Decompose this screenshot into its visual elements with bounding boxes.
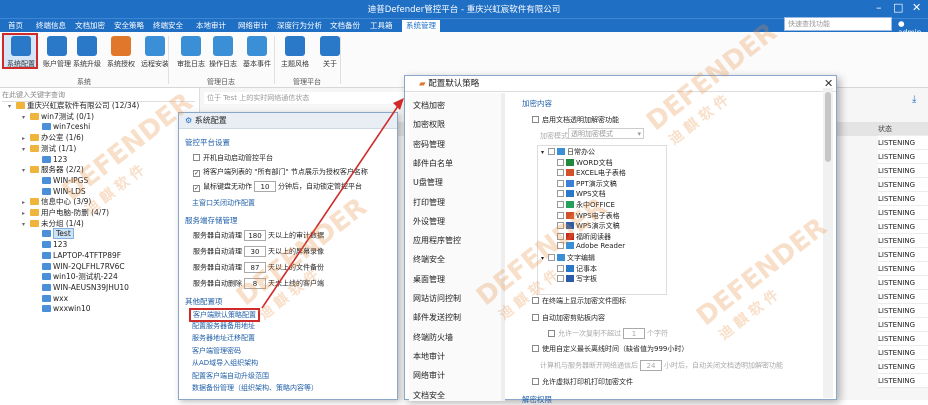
- checkbox[interactable]: [532, 297, 539, 304]
- policy-option[interactable]: 计算机与服务器断开网络通信后 24 小时后，自动关闭文档透明加解密功能: [540, 360, 783, 371]
- policy-section-title: 加密内容: [522, 99, 552, 108]
- option-suffix: 个字符: [647, 329, 668, 338]
- policy-option[interactable]: 自动加密剪贴板内容: [532, 313, 605, 323]
- file-type-node[interactable]: WPS电子表格: [557, 211, 620, 221]
- file-type-label: 记事本: [576, 264, 597, 273]
- file-type-icon: [566, 190, 574, 198]
- file-type-node[interactable]: 记事本: [557, 264, 597, 274]
- file-type-icon: [566, 222, 574, 230]
- option-label: 计算机与服务器断开网络通信后: [540, 361, 638, 370]
- encryption-mode-select[interactable]: 透明加密模式 ▾: [568, 128, 644, 139]
- checkbox[interactable]: [548, 329, 555, 337]
- file-type-node[interactable]: 写字板: [557, 274, 597, 284]
- file-type-label: 永中OFFICE: [576, 201, 615, 209]
- file-type-label: PPT演示文稿: [576, 179, 617, 188]
- checkbox[interactable]: [557, 201, 564, 208]
- checkbox[interactable]: [557, 211, 564, 219]
- checkbox[interactable]: [557, 179, 564, 187]
- checkbox[interactable]: [548, 254, 555, 261]
- checkbox[interactable]: [557, 242, 564, 250]
- option-label: 使用自定义最长离线时间（缺省值为999小时）: [542, 345, 689, 353]
- file-type-icon: [566, 179, 574, 187]
- file-type-icon: [566, 211, 574, 219]
- enable-encryption-checkbox[interactable]: 启用文档透明加解密功能: [532, 115, 619, 125]
- file-type-node[interactable]: Adobe Reader: [557, 242, 625, 250]
- folder-icon: [557, 254, 565, 261]
- checkbox[interactable]: [532, 314, 539, 321]
- checkbox[interactable]: [557, 158, 564, 166]
- option-value-input[interactable]: 24: [640, 360, 662, 371]
- annotation-arrow: [261, 98, 404, 309]
- policy-option[interactable]: 允许虚拟打印机打印加密文件: [532, 377, 633, 387]
- option-label: 自动加密剪贴板内容: [542, 314, 605, 322]
- option-value-input[interactable]: 1: [623, 328, 645, 339]
- file-type-icon: [566, 275, 574, 283]
- encryption-mode-label: 加密模式: [540, 132, 568, 140]
- folder-icon: [557, 148, 565, 155]
- checkbox[interactable]: [557, 264, 564, 272]
- file-type-icon: [566, 169, 574, 177]
- option-suffix: 小时后，自动关闭文档透明加解密功能: [664, 361, 783, 370]
- checkbox[interactable]: [532, 345, 539, 352]
- file-type-label: WPS演示文稿: [576, 222, 620, 231]
- file-type-label: WPS文档: [576, 190, 606, 199]
- file-type-node[interactable]: WPS演示文稿: [557, 221, 620, 231]
- file-type-label: 文字编辑: [567, 254, 595, 262]
- file-type-label: WPS电子表格: [576, 211, 620, 220]
- file-type-label: 日常办公: [567, 148, 595, 156]
- file-type-label: WORD文档: [576, 158, 613, 167]
- file-type-label: Adobe Reader: [576, 242, 626, 251]
- file-type-icon: [566, 201, 574, 208]
- policy-option[interactable]: 使用自定义最长离线时间（缺省值为999小时）: [532, 344, 688, 354]
- checkbox[interactable]: [557, 275, 564, 283]
- checkbox[interactable]: [557, 222, 564, 230]
- file-type-node[interactable]: 永中OFFICE: [557, 200, 615, 210]
- file-type-node[interactable]: ▾ 日常办公: [541, 147, 595, 157]
- checkbox[interactable]: [557, 169, 564, 177]
- file-type-icon: [566, 232, 574, 240]
- checkbox[interactable]: [548, 148, 555, 155]
- file-type-node[interactable]: EXCEL电子表格: [557, 168, 626, 178]
- option-label: 允许一次复制不超过: [558, 329, 621, 338]
- arrow-line: [261, 105, 399, 309]
- option-label: 允许虚拟打印机打印加密文件: [542, 378, 633, 386]
- policy-option[interactable]: 允许一次复制不超过 1 个字符: [548, 328, 668, 339]
- encryption-mode-value: 透明加密模式: [571, 130, 613, 138]
- option-label: 在终端上显示加密文件图标: [542, 297, 626, 305]
- file-type-label: 写字板: [576, 275, 597, 284]
- checkbox[interactable]: [532, 116, 539, 123]
- file-type-node[interactable]: WORD文档: [557, 158, 613, 168]
- file-type-label: EXCEL电子表格: [576, 169, 626, 178]
- file-type-node[interactable]: PPT演示文稿: [557, 179, 617, 189]
- checkbox[interactable]: [557, 190, 564, 198]
- collapse-icon[interactable]: ▾: [541, 149, 548, 156]
- policy-option[interactable]: 在终端上显示加密文件图标: [532, 296, 626, 306]
- file-type-icon: [566, 264, 574, 272]
- collapse-icon[interactable]: ▾: [541, 255, 548, 262]
- checkbox-label: 启用文档透明加解密功能: [542, 116, 619, 124]
- file-type-node[interactable]: WPS文档: [557, 189, 606, 199]
- file-type-icon: [566, 242, 574, 250]
- file-type-node[interactable]: ▾ 文字编辑: [541, 253, 595, 263]
- arrow-head: [393, 98, 404, 110]
- checkbox[interactable]: [557, 232, 564, 240]
- file-type-node[interactable]: 福昕阅读器: [557, 232, 611, 242]
- chevron-down-icon[interactable]: ▾: [637, 129, 641, 139]
- checkbox[interactable]: [532, 378, 539, 385]
- file-type-icon: [566, 158, 574, 166]
- file-type-label: 福昕阅读器: [576, 232, 611, 241]
